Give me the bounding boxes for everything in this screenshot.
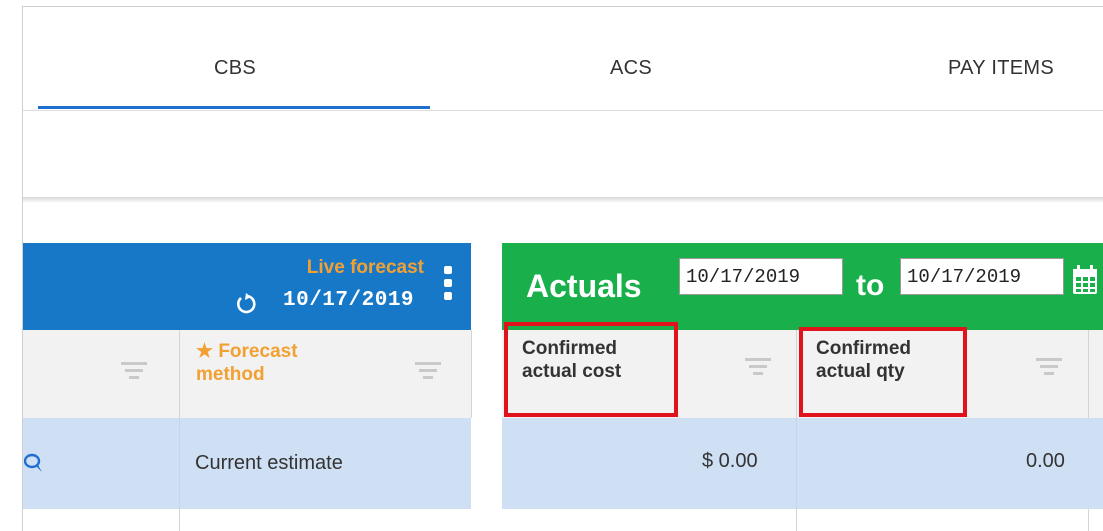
table-row[interactable] [502,418,1103,509]
actuals-header: Actuals 10/17/2019 to 10/17/2019 [502,243,1103,330]
column-divider [796,418,797,509]
refresh-icon[interactable] [235,293,257,315]
tab-cbs[interactable]: CBS [39,7,431,111]
actuals-to-date-input[interactable]: 10/17/2019 [900,258,1064,295]
confirmed-actual-cost-cell: $ 0.00 [702,450,758,472]
column-divider [179,509,180,531]
forecast-method-cell: Current estimate [195,452,343,474]
confirmed-actual-cost-header[interactable]: Confirmed actual cost [522,337,621,383]
column-divider [179,418,180,509]
filter-icon[interactable] [1036,358,1062,376]
actuals-from-date-input[interactable]: 10/17/2019 [679,258,843,295]
star-icon: ★ [196,341,214,362]
forecast-date: 10/17/2019 [283,289,415,312]
forecast-header: Live forecast 10/17/2019 [23,243,476,330]
actuals-title: Actuals [526,268,642,304]
tab-divider [23,110,1103,111]
toolbar-divider [23,197,1103,203]
filter-icon[interactable] [121,362,147,380]
forecast-method-header[interactable]: ★ Forecast method [196,340,298,386]
more-vertical-icon[interactable] [444,266,454,306]
column-divider [471,330,472,418]
tab-pay-items[interactable]: PAY ITEMS [881,7,1103,111]
confirmed-actual-qty-cell: 0.00 [1026,450,1065,472]
live-forecast-label: Live forecast [306,257,424,278]
section-gap [471,243,502,531]
comment-icon[interactable] [24,452,44,474]
tab-bar: CBS ACS PAY ITEMS [23,7,1103,111]
filter-icon[interactable] [745,358,771,376]
confirmed-actual-qty-header[interactable]: Confirmed actual qty [816,337,911,383]
to-label: to [856,269,885,302]
active-tab-indicator [38,106,430,109]
tab-acs[interactable]: ACS [435,7,827,111]
calendar-icon[interactable] [1072,265,1098,295]
filter-icon[interactable] [415,362,441,380]
